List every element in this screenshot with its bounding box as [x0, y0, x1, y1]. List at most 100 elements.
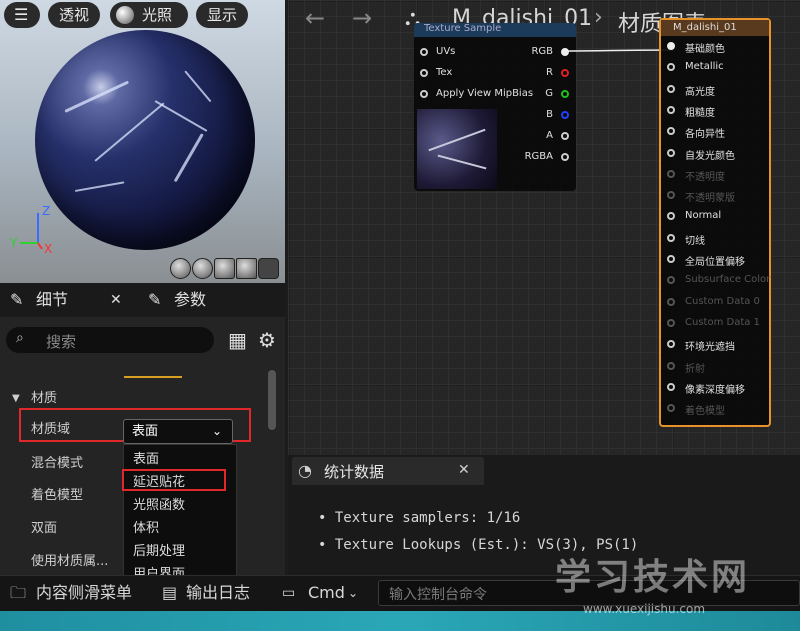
material-inputs: 基础颜色 Metallic 高光度 粗糙度 各向异性 自发光颜色 不透明度 不透明蒙版 Norm…: [667, 40, 771, 425]
menu-item[interactable]: 表面: [133, 448, 159, 467]
show-button[interactable]: 显示: [196, 2, 248, 28]
svg-text:Y: Y: [9, 236, 18, 250]
sphere-icon[interactable]: [192, 258, 213, 279]
watermark-url: www.xuexijishu.com: [583, 602, 706, 616]
tab-parameters-label: 参数: [174, 290, 207, 309]
material-input-label: 不透明度: [685, 171, 725, 183]
material-preview-viewport[interactable]: ☰ 透视 光照 显示 Z Y X: [0, 0, 285, 283]
axis-gizmo: Z Y X: [9, 205, 52, 255]
material-input-label: 自发光颜色: [685, 150, 735, 162]
material-input-label: 全局位置偏移: [685, 257, 745, 268]
pin-icon[interactable]: [667, 318, 675, 327]
pin-icon[interactable]: [667, 233, 675, 242]
pin-icon[interactable]: [667, 255, 675, 263]
svg-text:Z: Z: [42, 205, 50, 218]
tab-stats-label: 统计数据: [324, 463, 385, 481]
material-input-label: Normal: [685, 210, 722, 222]
pencil-icon: ✎: [148, 290, 162, 309]
perspective-button[interactable]: 透视: [48, 2, 100, 28]
search-icon: ⌕: [16, 330, 24, 346]
output-log-button[interactable]: ▤ 输出日志: [160, 575, 270, 611]
pin-icon[interactable]: [667, 127, 675, 136]
select-value: 表面: [132, 424, 159, 439]
material-domain-menu: 表面 延迟贴花 光照函数 体积 后期处理 用户界面: [123, 444, 237, 586]
material-input-label: 折射: [685, 363, 705, 375]
property-label: 双面: [31, 521, 58, 536]
property-label: 混合模式: [31, 456, 84, 471]
close-icon[interactable]: ✕: [110, 283, 122, 317]
tab-details[interactable]: ✎ 细节 ✕: [10, 283, 140, 317]
tab-stats[interactable]: ◔ 统计数据 ✕: [292, 457, 484, 485]
close-icon[interactable]: ✕: [458, 462, 470, 478]
svg-text:X: X: [44, 242, 52, 255]
pin-icon[interactable]: [667, 84, 675, 93]
forward-arrow-icon[interactable]: →: [352, 4, 372, 32]
pin-icon[interactable]: [667, 297, 675, 306]
content-drawer-label: 内容侧滑菜单: [36, 583, 133, 602]
lit-sphere-icon: [116, 6, 134, 24]
material-input-label: 像素深度偏移: [685, 384, 745, 396]
cylinder-icon[interactable]: [170, 258, 191, 279]
pin-icon[interactable]: [667, 105, 675, 114]
pin-icon[interactable]: [667, 382, 675, 391]
table-view-icon[interactable]: ▦: [228, 328, 247, 352]
material-input-label: Custom Data 0: [685, 295, 760, 307]
tab-parameters[interactable]: ✎ 参数: [148, 283, 278, 317]
pin-icon[interactable]: [667, 42, 675, 50]
preview-shape-toolbar: [170, 258, 282, 279]
preview-sphere: [35, 30, 255, 250]
details-scrollbar[interactable]: [268, 370, 276, 430]
menu-item[interactable]: 后期处理: [133, 540, 185, 559]
details-search-input[interactable]: ⌕ 搜索: [6, 327, 214, 353]
terminal-icon: ▭: [282, 585, 296, 601]
material-input-label: 各向异性: [685, 129, 725, 141]
pin-icon[interactable]: [667, 148, 675, 157]
log-icon: ▤: [162, 583, 178, 602]
node-title: M_dalishi_01: [673, 22, 737, 33]
property-label: 着色模型: [31, 488, 84, 503]
material-input-label: 不透明蒙版: [685, 193, 735, 205]
pencil-icon: ✎: [10, 290, 24, 309]
stats-icon: ◔: [298, 461, 312, 480]
cube-icon[interactable]: [236, 258, 257, 279]
material-input-label: 环境光遮挡: [685, 342, 735, 354]
pin-icon[interactable]: [667, 404, 675, 413]
material-input-label: Metallic: [685, 61, 724, 73]
material-input-label: 粗糙度: [685, 107, 715, 119]
back-arrow-icon[interactable]: ←: [305, 4, 325, 32]
content-drawer-button[interactable]: 🗀 内容侧滑菜单: [10, 575, 148, 611]
material-input-label: 切线: [685, 235, 705, 247]
hamburger-icon: ☰: [14, 5, 29, 24]
pin-icon[interactable]: [667, 276, 675, 285]
menu-item[interactable]: 光照函数: [133, 494, 185, 513]
cmd-placeholder: 输入控制台命令: [389, 587, 487, 603]
plane-icon[interactable]: [214, 258, 235, 279]
teapot-icon[interactable]: [258, 258, 279, 279]
menu-item[interactable]: 体积: [133, 517, 159, 536]
material-domain-select[interactable]: 表面 ⌄: [123, 419, 233, 444]
pin-icon[interactable]: [667, 361, 675, 370]
pin-icon[interactable]: [667, 212, 675, 221]
material-input-label: Subsurface Color: [685, 274, 771, 286]
pin-icon[interactable]: [667, 191, 675, 200]
stat-line: • Texture samplers: 1/16: [318, 510, 521, 526]
cmd-label: Cmd: [308, 583, 345, 602]
folder-icon: 🗀: [10, 583, 27, 602]
texture-thumbnail: [417, 109, 497, 189]
highlight-box: [122, 469, 226, 491]
tab-details-label: 细节: [36, 290, 69, 309]
material-input-label: 高光度: [685, 86, 715, 98]
gear-icon[interactable]: ⚙: [258, 328, 276, 352]
details-tabbar: ✎ 细节 ✕ ✎ 参数: [0, 283, 285, 317]
pin-icon[interactable]: [667, 63, 675, 72]
viewport-menu-button[interactable]: ☰: [4, 2, 40, 28]
previous-property-swatch: [124, 370, 182, 378]
property-label: 使用材质属...: [31, 554, 109, 569]
pin-icon[interactable]: [667, 169, 675, 178]
pin-icon[interactable]: [667, 340, 675, 349]
texture-sample-node[interactable]: Texture Sample UVs Tex Apply View MipBia…: [414, 23, 576, 191]
watermark: 学习技术网: [555, 557, 751, 598]
cmd-select[interactable]: ▭ Cmd ⌄: [282, 575, 366, 611]
material-input-label: 着色模型: [685, 406, 725, 418]
lighting-button[interactable]: 光照: [110, 2, 188, 28]
